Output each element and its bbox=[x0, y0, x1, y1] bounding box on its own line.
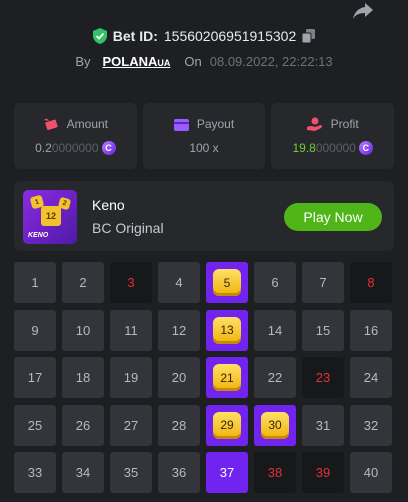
keno-cell-19: 19 bbox=[110, 357, 152, 398]
username-suffix: UA bbox=[157, 58, 171, 68]
profit-value-main: 19.8 bbox=[292, 141, 316, 155]
game-card: 1 12 2 KENO Keno BC Original Play Now bbox=[14, 181, 394, 251]
stat-payout: Payout 100 x bbox=[142, 103, 266, 169]
username-link[interactable]: POLANAUA bbox=[103, 54, 171, 69]
gem-icon: 13 bbox=[213, 316, 241, 344]
gem-icon: 21 bbox=[213, 364, 241, 391]
hand-coin-icon bbox=[306, 117, 322, 131]
keno-cell-9: 9 bbox=[14, 309, 56, 351]
keno-cell-11: 11 bbox=[110, 309, 152, 351]
username: POLANA bbox=[102, 54, 158, 69]
keno-cell-28: 28 bbox=[158, 404, 200, 446]
gem-icon: 30 bbox=[261, 411, 289, 439]
game-provider: BC Original bbox=[92, 220, 164, 236]
bet-meta-row: By POLANAUA On 08.09.2022, 22:22:13 bbox=[0, 54, 408, 69]
keno-cell-20: 20 bbox=[158, 357, 200, 398]
amount-label: Amount bbox=[66, 117, 109, 131]
coin-icon: C bbox=[101, 141, 116, 155]
coin-icon: C bbox=[358, 141, 373, 155]
bet-date: 08.09.2022, 22:22:13 bbox=[209, 54, 333, 69]
money-wings-icon bbox=[43, 118, 58, 131]
keno-cell-37: 37 bbox=[206, 452, 248, 493]
keno-cell-23: 23 bbox=[302, 357, 344, 398]
stat-amount: Amount 0.20000000 C bbox=[14, 103, 137, 169]
amount-value-main: 0.2 bbox=[35, 141, 52, 155]
keno-cell-34: 34 bbox=[62, 452, 104, 493]
keno-cell-29: 29 bbox=[206, 404, 248, 446]
keno-cell-8: 8 bbox=[350, 262, 392, 303]
keno-cell-32: 32 bbox=[350, 404, 392, 446]
amount-value-dim: 0000000 bbox=[51, 141, 99, 155]
copy-icon[interactable] bbox=[302, 29, 316, 43]
thumb-cube: 12 bbox=[41, 206, 61, 226]
shield-check-icon bbox=[92, 28, 107, 44]
keno-cell-31: 31 bbox=[302, 404, 344, 446]
payout-label: Payout bbox=[196, 117, 235, 131]
keno-cell-35: 35 bbox=[110, 452, 152, 493]
keno-cell-14: 14 bbox=[254, 309, 296, 351]
keno-cell-27: 27 bbox=[110, 404, 152, 446]
bet-id-label: Bet ID: bbox=[112, 28, 158, 44]
thumb-label: KENO bbox=[28, 232, 49, 239]
profit-label: Profit bbox=[330, 117, 359, 131]
keno-cell-3: 3 bbox=[110, 262, 152, 303]
keno-cell-22: 22 bbox=[254, 357, 296, 398]
keno-cell-26: 26 bbox=[62, 404, 104, 446]
keno-cell-36: 36 bbox=[158, 452, 200, 493]
by-label: By bbox=[75, 54, 91, 69]
profit-value-dim: 000000 bbox=[315, 141, 356, 155]
keno-cell-6: 6 bbox=[254, 262, 296, 303]
keno-cell-5: 5 bbox=[206, 262, 248, 303]
keno-cell-18: 18 bbox=[62, 357, 104, 398]
stat-profit: Profit 19.8000000 C bbox=[271, 103, 395, 169]
on-label: On bbox=[184, 54, 202, 69]
keno-cell-15: 15 bbox=[302, 309, 344, 351]
keno-cell-16: 16 bbox=[350, 309, 392, 351]
keno-cell-13: 13 bbox=[206, 309, 248, 351]
bet-id-value: 15560206951915302 bbox=[163, 28, 297, 44]
keno-cell-25: 25 bbox=[14, 404, 56, 446]
game-name[interactable]: Keno bbox=[92, 197, 125, 213]
keno-thumbnail[interactable]: 1 12 2 KENO bbox=[23, 190, 77, 244]
keno-cell-7: 7 bbox=[302, 262, 344, 303]
payout-value: 100 x bbox=[189, 141, 219, 155]
play-now-button[interactable]: Play Now bbox=[284, 203, 382, 231]
keno-cell-40: 40 bbox=[350, 452, 392, 493]
keno-cell-24: 24 bbox=[350, 357, 392, 398]
keno-cell-1: 1 bbox=[14, 262, 56, 303]
gem-icon: 5 bbox=[213, 269, 241, 296]
gem-icon: 29 bbox=[213, 411, 241, 439]
keno-cell-12: 12 bbox=[158, 309, 200, 351]
keno-cell-33: 33 bbox=[14, 452, 56, 493]
keno-cell-30: 30 bbox=[254, 404, 296, 446]
keno-cell-39: 39 bbox=[302, 452, 344, 493]
share-arrow-icon[interactable] bbox=[352, 2, 374, 20]
bet-id-row: Bet ID: 15560206951915302 bbox=[0, 28, 408, 44]
keno-cell-17: 17 bbox=[14, 357, 56, 398]
keno-cell-10: 10 bbox=[62, 309, 104, 351]
wallet-icon bbox=[173, 118, 189, 131]
keno-cell-21: 21 bbox=[206, 357, 248, 398]
keno-cell-4: 4 bbox=[158, 262, 200, 303]
bet-stats: Amount 0.20000000 C Payout 100 x Profit … bbox=[14, 103, 395, 169]
keno-cell-38: 38 bbox=[254, 452, 296, 493]
keno-cell-2: 2 bbox=[62, 262, 104, 303]
